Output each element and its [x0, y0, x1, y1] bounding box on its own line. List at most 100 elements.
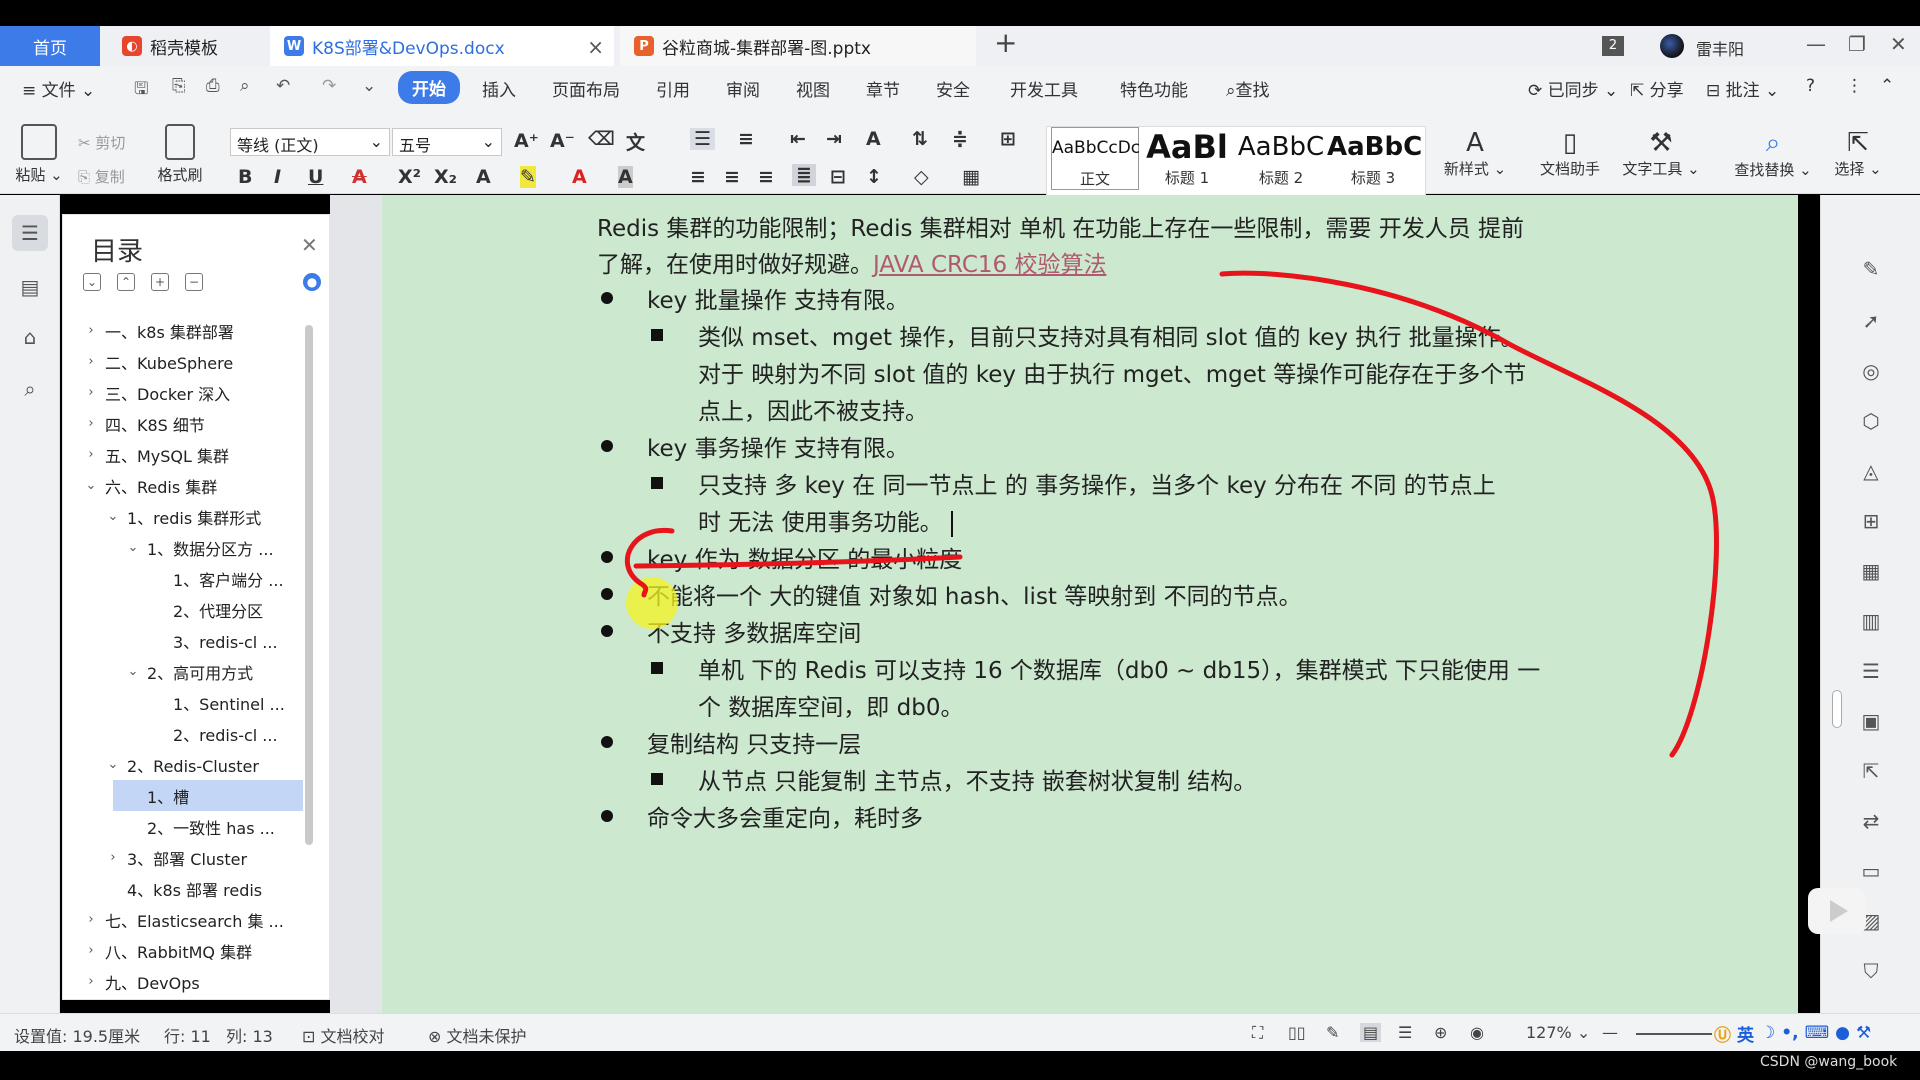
menu-review[interactable]: 审阅 [726, 76, 760, 101]
share-button[interactable]: ⇱ 分享 [1630, 76, 1684, 101]
shape-icon[interactable]: ⬡ [1857, 407, 1885, 435]
add-heading-icon[interactable]: + [151, 273, 169, 291]
table-icon[interactable]: ⊞ [1857, 507, 1885, 535]
chevron-right-icon[interactable]: › [83, 354, 99, 369]
image-icon[interactable]: ▣ [1857, 707, 1885, 735]
file-menu[interactable]: ≡ 文件 ⌄ [22, 76, 95, 101]
menu-dev-tools[interactable]: 开发工具 [1010, 76, 1078, 101]
menu-chapter[interactable]: 章节 [866, 76, 900, 101]
tab-home[interactable]: 首页 [0, 26, 100, 66]
toc-item[interactable]: 4、k8s 部署 redis [63, 873, 303, 904]
collapse-all-icon[interactable]: ⌄ [83, 273, 101, 291]
toc-item[interactable]: › 三、Docker 深入 [63, 377, 303, 408]
subscript-icon[interactable]: X₂ [434, 166, 457, 188]
document-scrollbar[interactable] [1832, 690, 1842, 728]
toc-item[interactable]: ⌄ 1、redis 集群形式 [63, 501, 303, 532]
print-preview-icon[interactable]: ⌕ [240, 76, 250, 96]
page-view-icon[interactable]: ▤ [1360, 1023, 1382, 1042]
avatar[interactable] [1660, 34, 1684, 58]
toc-item[interactable]: 3、redis-cl ... [63, 625, 303, 656]
close-window-icon[interactable]: ✕ [1890, 32, 1907, 56]
grow-font-icon[interactable]: A⁺ [514, 130, 539, 152]
toc-item[interactable]: 1、槽 [113, 780, 303, 811]
toc-item[interactable]: ⌄ 2、高可用方式 [63, 656, 303, 687]
toc-item[interactable]: › 五、MySQL 集群 [63, 439, 303, 470]
phonetic-icon[interactable]: 文 [626, 128, 645, 155]
copy-button[interactable]: ⎘ 复制 [78, 166, 125, 187]
style-normal[interactable]: AaBbCcDc 正文 [1051, 127, 1140, 190]
shading-icon[interactable]: ◇ [914, 166, 929, 188]
underline-icon[interactable]: U [308, 166, 323, 188]
remove-heading-icon[interactable]: − [185, 273, 203, 291]
chevron-right-icon[interactable]: › [83, 943, 99, 958]
menu-special[interactable]: 特色功能 [1120, 76, 1188, 101]
pencil-icon[interactable]: ✎ [1857, 255, 1885, 283]
fullscreen-icon[interactable]: ⛶ [1252, 1023, 1263, 1043]
expand-all-icon[interactable]: ⌃ [117, 273, 135, 291]
toc-item[interactable]: › 七、Elasticsearch 集 ... [63, 904, 303, 935]
toc-item[interactable]: 2、redis-cl ... [63, 718, 303, 749]
menu-security[interactable]: 安全 [936, 76, 970, 101]
document-page[interactable]: Redis 集群的功能限制；Redis 集群相对 单机 在功能上存在一些限制，需… [382, 195, 1798, 1013]
chevron-down-icon[interactable]: ⌄ [125, 664, 141, 679]
toc-scrollbar[interactable] [305, 325, 313, 845]
show-marks-icon[interactable]: ≑ [952, 128, 968, 150]
find-icon[interactable]: ⌕ [12, 371, 48, 407]
paste-button[interactable]: 粘贴 ⌄ [14, 124, 64, 185]
shield-icon[interactable]: ⛉ [1857, 957, 1885, 985]
chevron-right-icon[interactable]: › [83, 323, 99, 338]
help-icon[interactable]: ? [1806, 76, 1815, 96]
zoom-level[interactable]: 127% ⌄ [1526, 1023, 1590, 1042]
menu-page-layout[interactable]: 页面布局 [552, 76, 620, 101]
toc-item[interactable]: 2、代理分区 [63, 594, 303, 625]
pages-icon[interactable]: ▤ [12, 269, 48, 305]
box-icon[interactable]: ▭ [1857, 857, 1885, 885]
toc-item[interactable]: 2、一致性 has ... [63, 811, 303, 842]
tab-ppt[interactable]: P 谷粒商城-集群部署-图.pptx [620, 26, 976, 66]
close-icon[interactable]: ✕ [301, 233, 318, 257]
window-count-badge[interactable]: 2 [1602, 36, 1624, 56]
toc-item[interactable]: 1、Sentinel ... [63, 687, 303, 718]
ime-toolbar[interactable]: Ⓤ 英 ☽ •, ⌨ ● ⚒ [1714, 1020, 1871, 1046]
decrease-indent-icon[interactable]: ⇤ [790, 128, 806, 150]
cut-button[interactable]: ✂ 剪切 [78, 132, 125, 153]
protect-status[interactable]: ⊗ 文档未保护 [428, 1023, 527, 1047]
redo-icon[interactable]: ↷ [322, 76, 336, 96]
quick-access-dropdown-icon[interactable]: ⌄ [362, 76, 376, 96]
toc-item[interactable]: › 二、KubeSphere [63, 346, 303, 377]
chevron-right-icon[interactable]: › [83, 447, 99, 462]
outline-view-icon[interactable]: ☰ [1398, 1023, 1412, 1042]
toc-item[interactable]: › 四、K8S 细节 [63, 408, 303, 439]
font-color-icon[interactable]: A [572, 166, 587, 188]
chevron-down-icon[interactable]: ⌄ [105, 757, 121, 772]
bullet-list-icon[interactable]: ☰ [690, 128, 716, 150]
toc-item[interactable]: 1、客户端分 ... [63, 563, 303, 594]
strikethrough-icon[interactable]: A [352, 166, 367, 188]
chart-icon[interactable]: ▥ [1857, 607, 1885, 635]
chevron-right-icon[interactable]: › [83, 416, 99, 431]
align-right-icon[interactable]: ≡ [758, 166, 774, 188]
more-icon[interactable]: ⋮ [1846, 76, 1863, 96]
new-style-button[interactable]: A 新样式 ⌄ [1440, 128, 1510, 179]
chevron-down-icon[interactable]: ⌄ [105, 509, 121, 524]
restore-icon[interactable]: ❐ [1848, 32, 1866, 56]
clear-format-icon[interactable]: ⌫ [588, 128, 615, 150]
toc-item[interactable]: › 一、k8s 集群部署 [63, 315, 303, 346]
collapse-ribbon-icon[interactable]: ⌃ [1880, 76, 1894, 96]
new-tab-button[interactable]: + [994, 26, 1017, 59]
bold-icon[interactable]: B [238, 166, 252, 188]
translate-icon[interactable]: ⇄ [1857, 807, 1885, 835]
print-icon[interactable]: ⎙ [206, 76, 220, 96]
toc-item[interactable]: ⌄ 2、Redis-Cluster [63, 749, 303, 780]
bookmark-icon[interactable]: ⌂ [12, 319, 48, 355]
shrink-font-icon[interactable]: A⁻ [550, 130, 575, 152]
align-left-icon[interactable]: ≡ [690, 166, 706, 188]
highlight-icon[interactable]: ✎ [520, 166, 536, 188]
video-play-button[interactable] [1808, 888, 1866, 934]
toc-item[interactable]: ⌄ 六、Redis 集群 [63, 470, 303, 501]
menu-start[interactable]: 开始 [398, 71, 460, 104]
pointer-icon[interactable]: ➚ [1857, 307, 1885, 335]
settings-icon[interactable]: ☰ [1857, 657, 1885, 685]
table-borders-icon[interactable]: ⊞ [1000, 128, 1016, 150]
chevron-right-icon[interactable]: › [83, 912, 99, 927]
